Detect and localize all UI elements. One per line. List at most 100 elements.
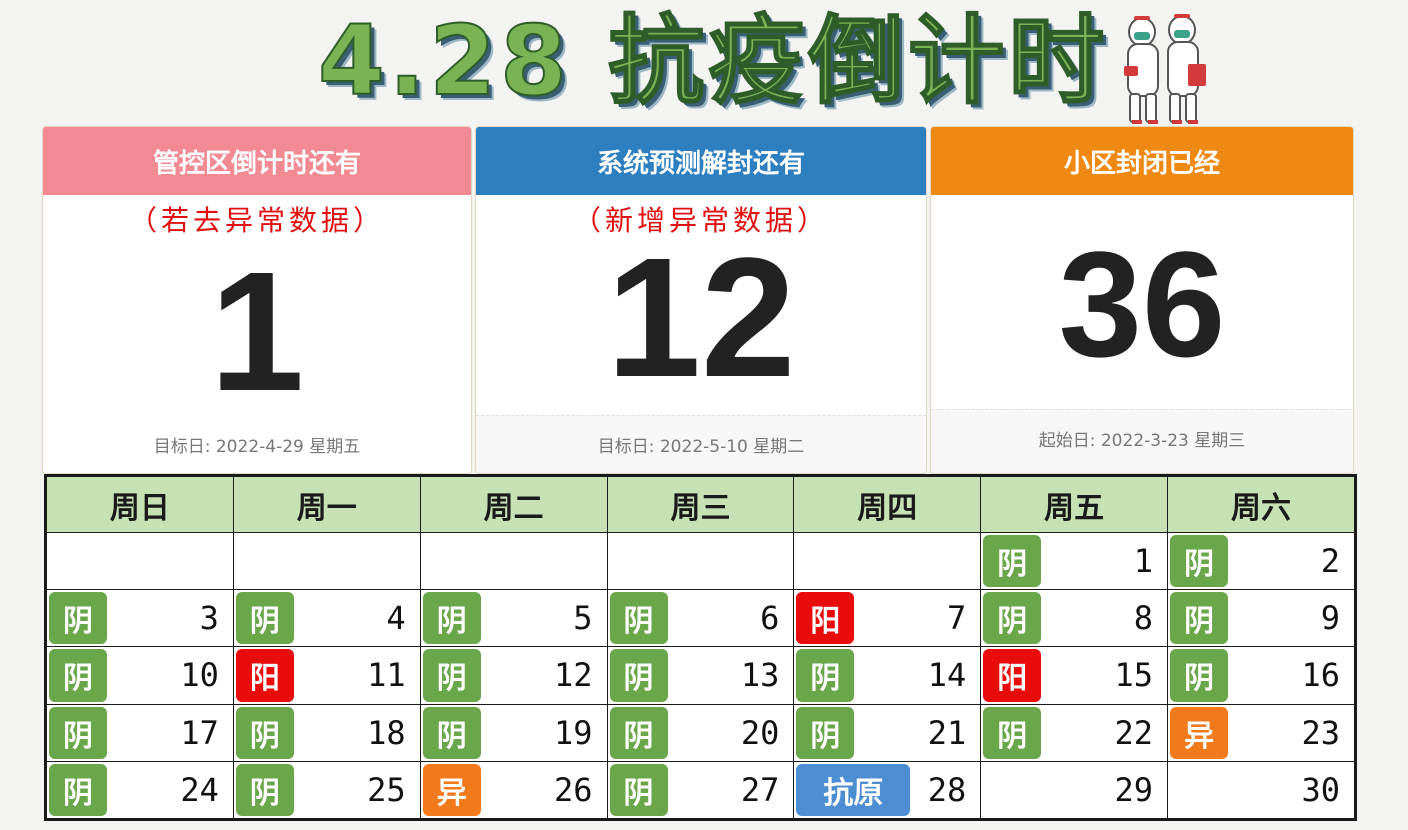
day-number: 14 (927, 656, 967, 695)
day-number: 30 (1301, 770, 1340, 809)
day-number: 17 (180, 713, 219, 752)
test-status-badge: 阴 (983, 535, 1042, 588)
test-status-badge: 阴 (49, 649, 107, 702)
weekday-header: 周三 (606, 476, 795, 533)
calendar-day (46, 531, 234, 591)
start-date: 起始日: 2022-3-23 星期三 (931, 409, 1353, 473)
target-date: 目标日: 2022-4-29 星期五 (43, 415, 471, 473)
day-number: 29 (1114, 770, 1154, 809)
calendar-day[interactable]: 阴 12 (419, 646, 608, 705)
calendar-day[interactable]: 阴 22 (980, 703, 1169, 762)
calendar-day[interactable]: 阴4 (232, 589, 421, 648)
banner-title: 4.28 抗疫倒计时 (317, 5, 1109, 117)
day-number: 10 (180, 656, 219, 695)
day-number: 11 (367, 656, 406, 695)
weekday-header: 周四 (793, 476, 982, 533)
calendar-day[interactable]: 阳 15 (980, 646, 1169, 705)
weekday-header: 周一 (232, 476, 421, 533)
day-number: 7 (946, 599, 967, 638)
day-number: 28 (927, 770, 967, 809)
calendar-day (793, 531, 982, 591)
calendar-day[interactable]: 阴9 (1167, 589, 1355, 648)
test-status-badge: 阴 (49, 763, 107, 816)
calendar-day[interactable]: 阴8 (980, 589, 1169, 648)
calendar-day[interactable]: 阴 27 (606, 760, 795, 820)
calendar-week: 阴1阴2 (46, 531, 1355, 591)
calendar-day[interactable]: 阴 17 (46, 703, 234, 762)
elapsed-number: 36 (1058, 220, 1226, 388)
card-header: 系统预测解封还有 (476, 127, 926, 195)
calendar-day[interactable]: 阳 11 (232, 646, 421, 705)
day-number: 21 (927, 713, 967, 752)
day-number: 2 (1320, 542, 1340, 581)
test-status-badge: 阴 (1170, 592, 1229, 645)
test-status-badge: 阴 (609, 649, 668, 702)
weekday-header: 周五 (980, 476, 1169, 533)
calendar-day[interactable]: 阴5 (419, 589, 608, 648)
calendar-day[interactable]: 30 (1167, 760, 1355, 820)
calendar-day[interactable]: 异 23 (1167, 703, 1355, 762)
day-number: 8 (1133, 599, 1154, 638)
day-number: 23 (1301, 713, 1340, 752)
day-number: 12 (554, 656, 593, 695)
calendar-day[interactable]: 异 26 (419, 760, 608, 820)
test-status-badge: 阴 (609, 706, 668, 759)
test-status-badge: 阴 (422, 706, 481, 759)
calendar-day[interactable]: 阴 10 (46, 646, 234, 705)
day-number: 9 (1320, 599, 1340, 638)
calendar-week: 阴 17 阴 18 阴 19 阴 20 阴 21 阴 22 异 23 (46, 703, 1355, 762)
calendar-body: 阴 1 阴 2 阴 3 阴 4 阴 5 阴 6 阳 7 阴 8 阴 9 阴 10 阳 11 阴 12 阴 13 阴 14 阳 15 阴 16 阴… (46, 531, 1355, 820)
test-status-badge: 阴 (796, 706, 855, 759)
day-number: 25 (367, 770, 406, 809)
calendar-day[interactable]: 29 (980, 760, 1169, 820)
calendar-day[interactable]: 阴 18 (232, 703, 421, 762)
banner: 4.28 抗疫倒计时 (0, 0, 1408, 124)
test-status-badge: 阴 (422, 649, 481, 702)
card-header: 管控区倒计时还有 (43, 127, 471, 195)
calendar-week: 阴 10 阳 11 阴 12 阴 13 阴 14 阳 15 阴 16 (46, 646, 1355, 705)
card-control-zone: 管控区倒计时还有 （若去异常数据） 1 目标日: 2022-4-29 星期五 (42, 126, 472, 474)
calendar-day[interactable]: 阴 13 (606, 646, 795, 705)
test-status-badge: 阴 (609, 592, 668, 645)
day-number: 20 (740, 713, 780, 752)
test-status-badge: 阳 (235, 649, 294, 702)
day-number: 16 (1301, 656, 1340, 695)
calendar-day (232, 531, 421, 591)
countdown-number: 1 (209, 237, 305, 427)
weekday-row: 周日 周一 周二 周三 周四 周五 周六 (46, 476, 1355, 533)
day-number: 27 (740, 770, 780, 809)
calendar: 周日 周一 周二 周三 周四 周五 周六 阴 1 阴 2 阴 3 阴 4 阴 5 阴 6 阳 7 阴 8 阴 9 阴 10 阳 11 阴… (44, 474, 1357, 821)
card-header: 小区封闭已经 (931, 127, 1353, 195)
calendar-day (419, 531, 608, 591)
day-number: 3 (199, 599, 219, 638)
calendar-day[interactable]: 阴 16 (1167, 646, 1355, 705)
calendar-day (606, 531, 795, 591)
day-number: 22 (1114, 713, 1154, 752)
calendar-day[interactable]: 阴 19 (419, 703, 608, 762)
day-number: 4 (386, 599, 406, 638)
calendar-day[interactable]: 阴6 (606, 589, 795, 648)
calendar-day[interactable]: 阳7 (793, 589, 982, 648)
calendar-table: 周日 周一 周二 周三 周四 周五 周六 阴 1 阴 2 阴 3 阴 4 阴 5 阴 6 阳 7 阴 8 阴 9 阴 10 阳 11 阴… (46, 476, 1355, 820)
calendar-day[interactable]: 阴2 (1167, 531, 1355, 591)
calendar-day[interactable]: 阴 14 (793, 646, 982, 705)
test-status-badge: 阴 (1170, 649, 1229, 702)
test-status-badge: 阳 (983, 649, 1042, 702)
calendar-day[interactable]: 阴 21 (793, 703, 982, 762)
card-closed-days: 小区封闭已经 36 起始日: 2022-3-23 星期三 (930, 126, 1354, 474)
calendar-day[interactable]: 阴3 (46, 589, 234, 648)
test-status-badge: 阴 (235, 592, 294, 645)
calendar-week: 阴3阴4阴5阴6阳7阴8阴9 (46, 589, 1355, 648)
weekday-header: 周日 (46, 476, 234, 533)
calendar-day[interactable]: 抗原 28 (793, 760, 982, 820)
calendar-day[interactable]: 阴 24 (46, 760, 234, 820)
test-status-badge: 阴 (609, 763, 668, 816)
test-status-badge: 异 (1170, 706, 1229, 759)
calendar-day[interactable]: 阴1 (980, 531, 1169, 591)
calendar-day[interactable]: 阴 20 (606, 703, 795, 762)
calendar-day[interactable]: 阴 25 (232, 760, 421, 820)
calendar-week: 阴 24 阴 25 异 26 阴 27 抗原 28 29 30 (46, 760, 1355, 820)
test-status-badge: 阴 (983, 592, 1042, 645)
card-system-prediction: 系统预测解封还有 （新增异常数据） 12 目标日: 2022-5-10 星期二 (475, 126, 927, 474)
test-status-badge: 阴 (235, 763, 294, 816)
